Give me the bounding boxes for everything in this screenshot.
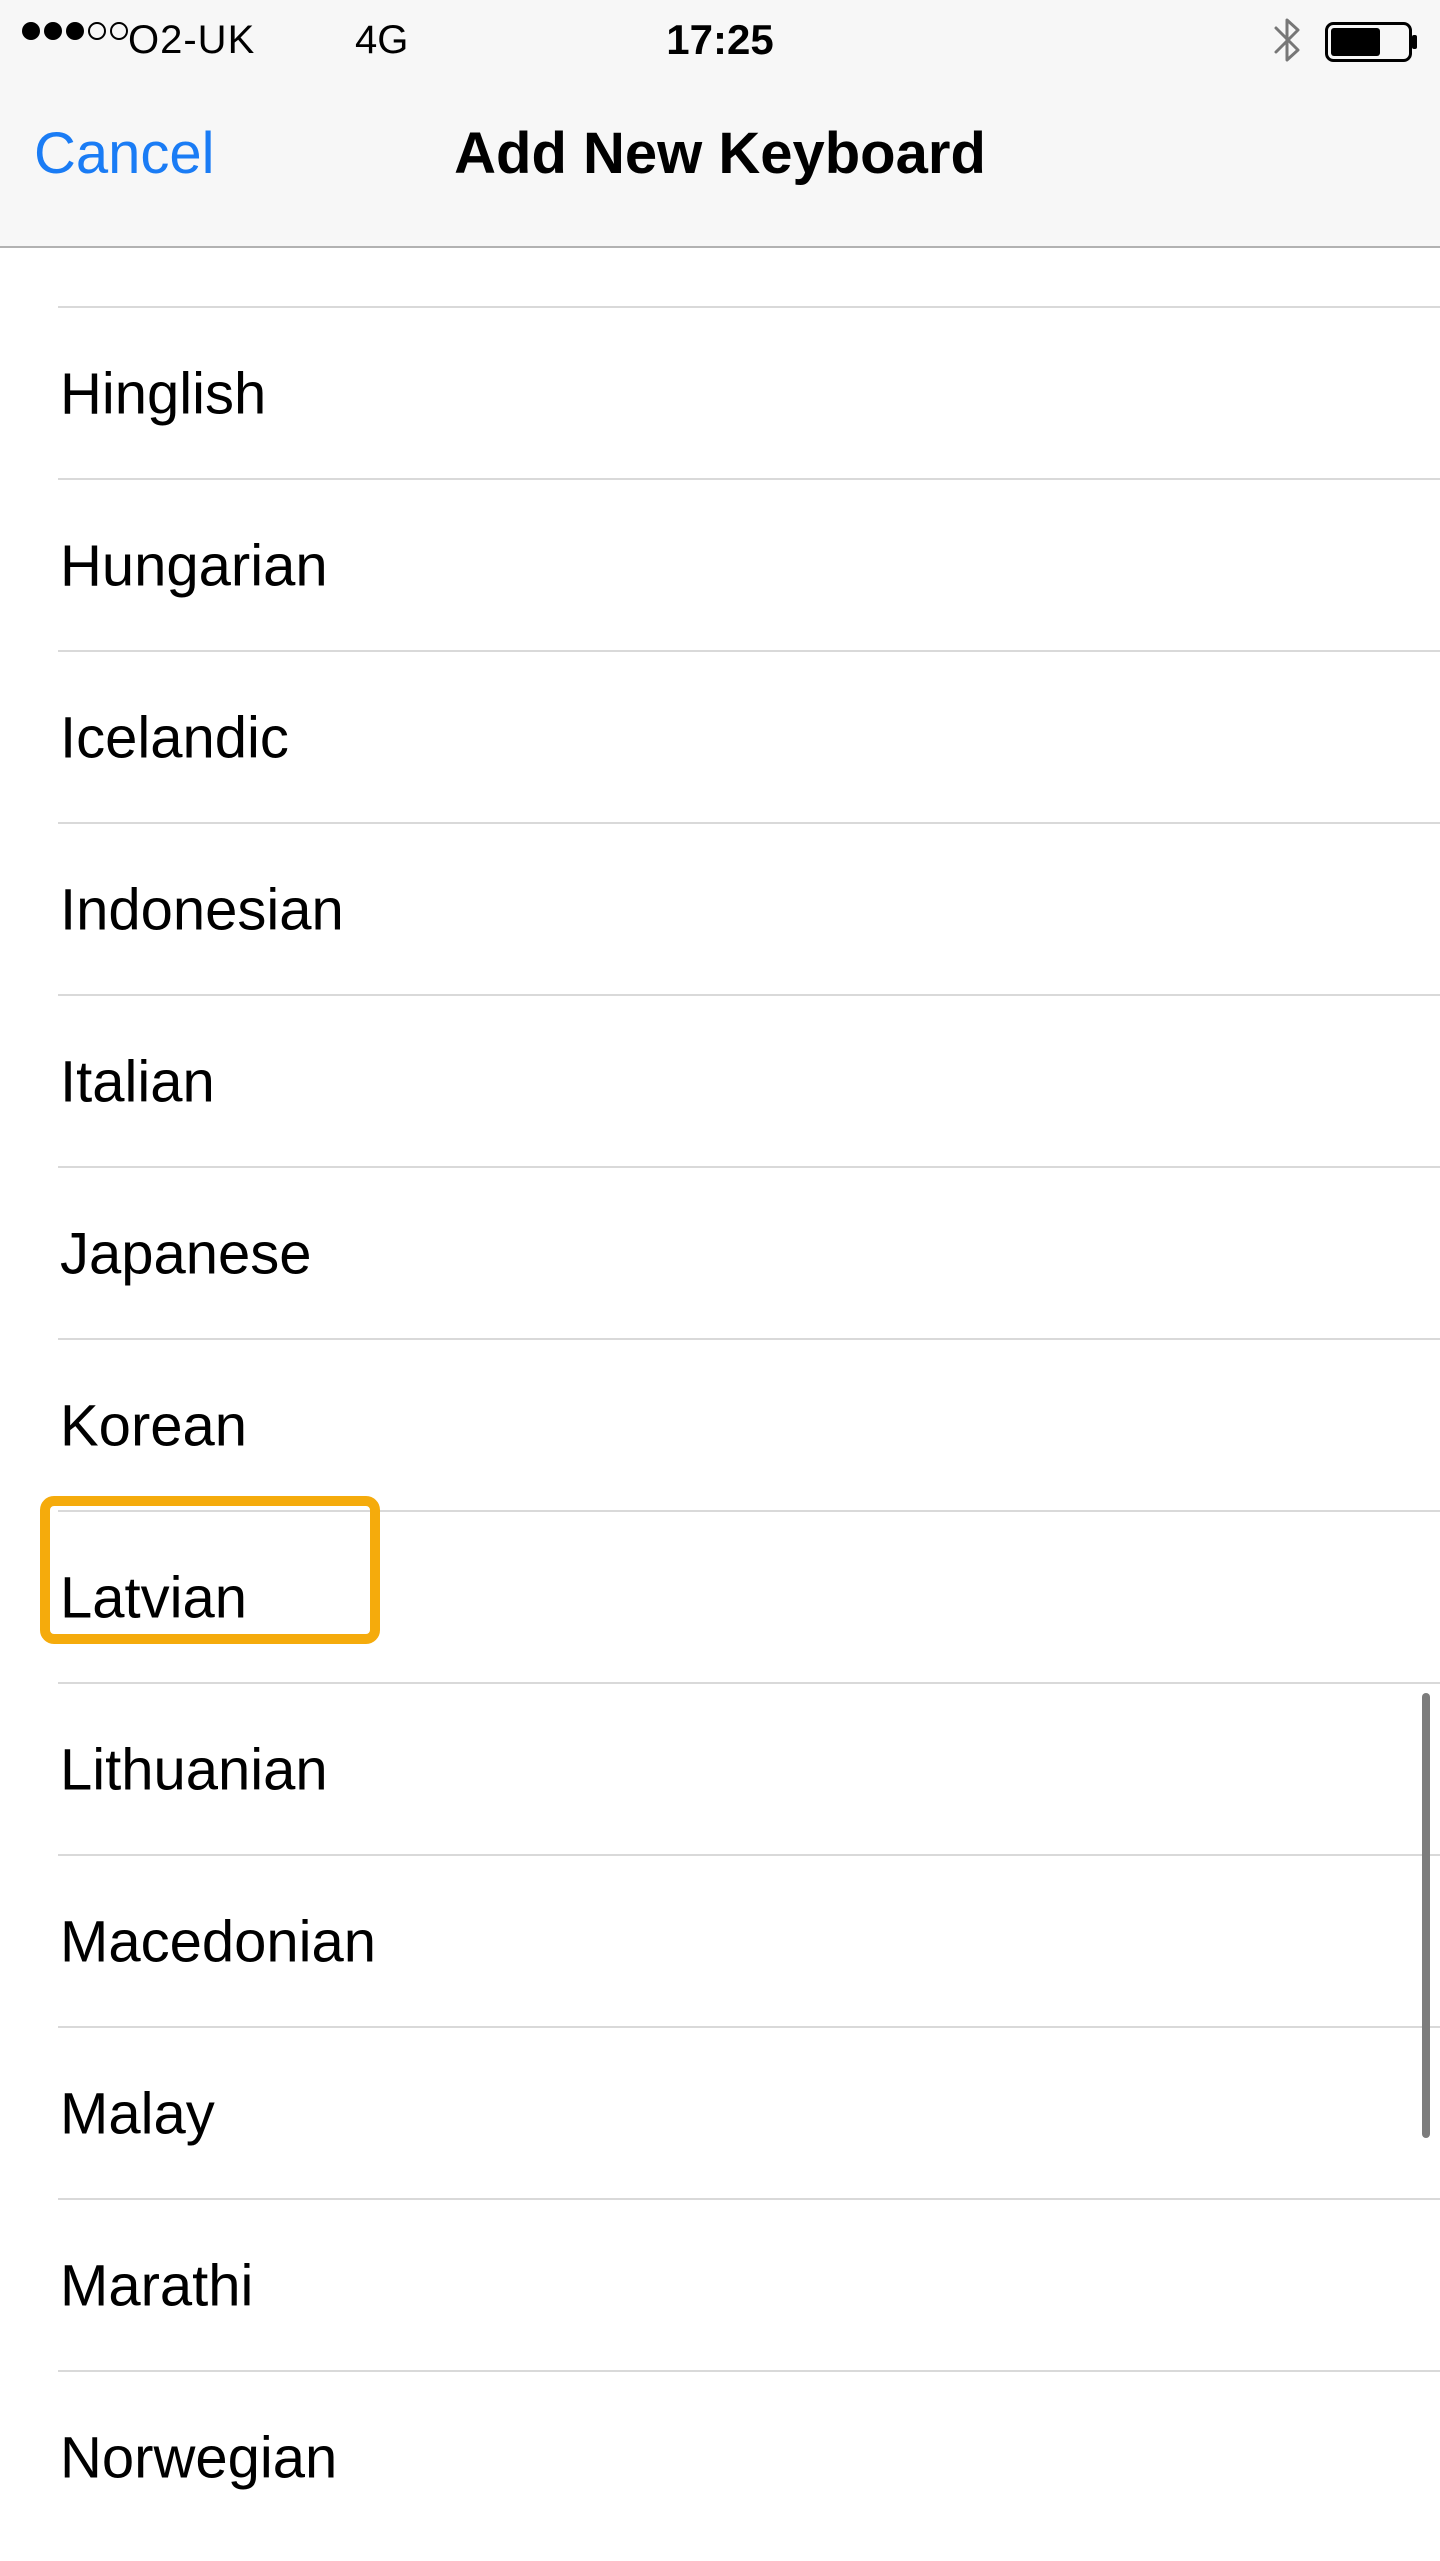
bluetooth-icon [1274,18,1300,62]
list-item-label: Hungarian [60,533,328,599]
battery-icon [1325,22,1417,62]
list-item-label: Hindi [60,248,192,256]
keyboard-language-list-content: Hindi Hinglish Hungarian Icelandic Indonesia… [0,248,1440,2544]
list-item[interactable]: Italian [0,996,1440,1168]
status-time: 17:25 [666,16,774,63]
list-item[interactable]: Malay [0,2028,1440,2200]
list-item-label: Norwegian [60,2425,338,2491]
list-item-label: Latvian [60,1565,248,1631]
list-item[interactable]: Lithuanian [0,1684,1440,1856]
list-item-label: Korean [60,1393,248,1459]
list-item-label: Italian [60,1049,215,1115]
list-item-label: Icelandic [60,705,289,771]
list-item-label: Indonesian [60,877,344,943]
list-item[interactable]: Latvian [0,1512,1440,1684]
list-item-label: Macedonian [60,1909,376,1975]
list-item[interactable]: Hindi [0,248,1440,308]
list-item[interactable]: Marathi [0,2200,1440,2372]
list-item[interactable]: Japanese [0,1168,1440,1340]
list-item[interactable]: Hinglish [0,308,1440,480]
list-item-label: Malay [60,2081,215,2147]
page-title: Add New Keyboard [454,121,986,186]
list-item[interactable]: Norwegian [0,2372,1440,2544]
list-item-label: Hinglish [60,361,267,427]
list-item[interactable]: Icelandic [0,652,1440,824]
list-item[interactable]: Hungarian [0,480,1440,652]
scroll-indicator[interactable] [1422,1693,1430,2138]
list-item[interactable]: Korean [0,1340,1440,1512]
battery-level-fill [1331,28,1380,56]
list-item-label: Japanese [60,1221,312,1287]
list-item[interactable]: Indonesian [0,824,1440,996]
list-item-label: Marathi [60,2253,254,2319]
list-item-label: Lithuanian [60,1737,328,1803]
navigation-bar: Cancel Add New Keyboard [0,80,1440,248]
keyboard-language-list[interactable]: Hindi Hinglish Hungarian Icelandic Indonesia… [0,248,1440,2561]
list-item[interactable]: Macedonian [0,1856,1440,2028]
status-bar: O2-UK 4G 17:25 [0,0,1440,80]
